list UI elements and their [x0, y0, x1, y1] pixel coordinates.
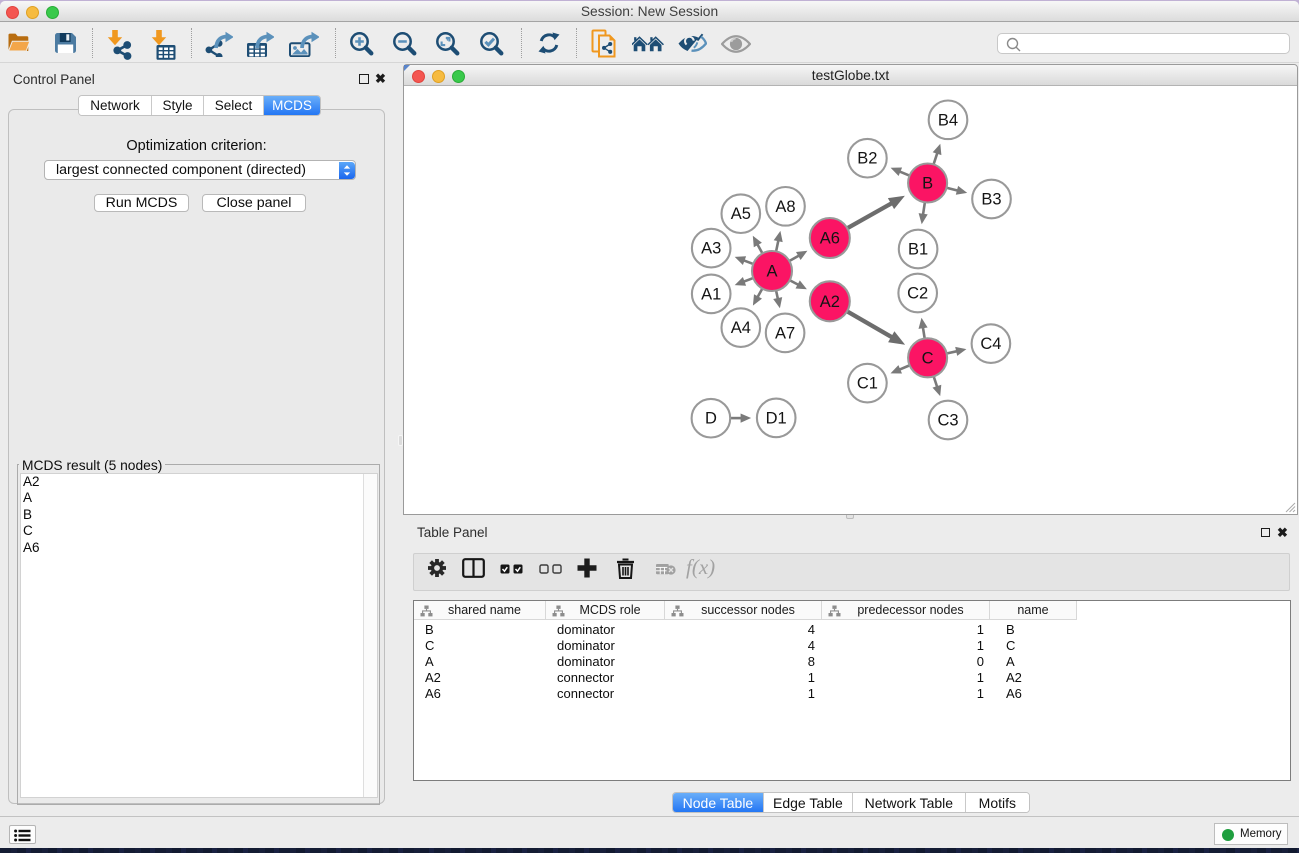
svg-text:A5: A5	[731, 205, 751, 223]
svg-text:A3: A3	[701, 240, 721, 258]
svg-text:B4: B4	[938, 111, 958, 129]
svg-text:A7: A7	[775, 324, 795, 342]
svg-text:C3: C3	[937, 412, 958, 430]
svg-text:C2: C2	[907, 285, 928, 303]
svg-text:B2: B2	[857, 150, 877, 168]
svg-text:B: B	[922, 175, 933, 193]
svg-text:A8: A8	[775, 198, 795, 216]
svg-text:B1: B1	[908, 241, 928, 259]
svg-text:A4: A4	[731, 319, 751, 337]
svg-text:D1: D1	[766, 409, 787, 427]
svg-text:C: C	[922, 349, 934, 367]
svg-text:A2: A2	[820, 293, 840, 311]
svg-text:A1: A1	[701, 285, 721, 303]
svg-text:B3: B3	[981, 191, 1001, 209]
svg-text:D: D	[705, 410, 717, 428]
svg-text:A: A	[766, 263, 777, 281]
svg-text:A6: A6	[820, 230, 840, 248]
svg-text:C1: C1	[857, 375, 878, 393]
svg-text:C4: C4	[980, 335, 1001, 353]
